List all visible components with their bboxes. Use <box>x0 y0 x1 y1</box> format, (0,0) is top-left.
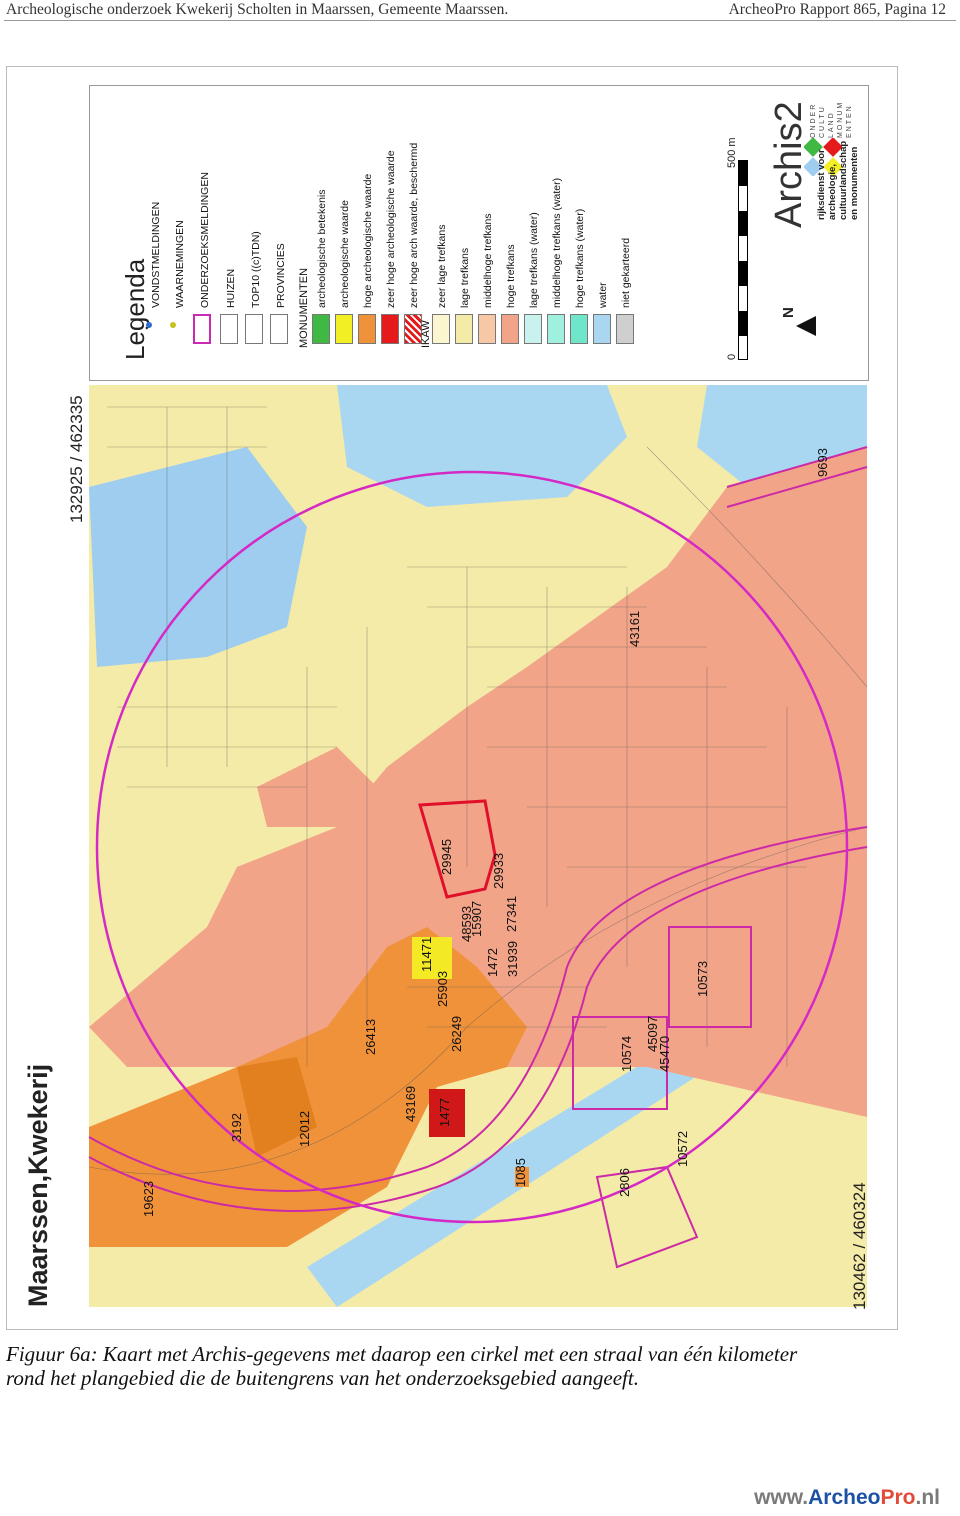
legend-title: Legenda <box>120 258 150 360</box>
legend-mon-4: zeer hoge arch waarde, beschermd <box>408 142 420 308</box>
rijksdienst-line-3: cultuurlandschap <box>838 140 849 220</box>
swatch-ikaw-8 <box>616 314 634 344</box>
label-9693: 9693 <box>815 448 830 477</box>
swatch-hoge-waarde <box>358 314 376 344</box>
caption-line-1: Figuur 6a: Kaart met Archis-gegevens met… <box>6 1342 798 1366</box>
label-19623: 19623 <box>141 1180 156 1217</box>
legend-ikaw-2: middelhoge trefkans <box>482 213 494 308</box>
rijksdienst-line-1: rijksdienst voor <box>816 149 827 220</box>
legend-mon-2: hoge archeologische waarde <box>362 173 374 308</box>
label-31939: 31939 <box>505 940 520 977</box>
map-title: Maarssen,Kwekerij <box>23 1063 53 1307</box>
legend-huizen: HUIZEN <box>225 268 237 308</box>
scale-start: 0 <box>726 353 738 360</box>
label-1477: 1477 <box>437 1098 452 1127</box>
label-43161: 43161 <box>627 610 642 647</box>
legend-ikaw-6: hoge trefkans (water) <box>574 208 586 308</box>
label-10572: 10572 <box>675 1130 690 1167</box>
legend-ikaw-title: IKAW <box>420 320 432 348</box>
swatch-ikaw-6 <box>570 314 588 344</box>
legend-mon-3: zeer hoge archeologische waarde <box>385 150 397 308</box>
label-48593: 48593 <box>459 905 474 942</box>
label-10574: 10574 <box>619 1035 634 1072</box>
label-10573: 10573 <box>695 960 710 997</box>
archis-map: Maarssen,Kwekerij 132925 / 462335 130462… <box>6 66 898 1330</box>
figure-caption: Figuur 6a: Kaart met Archis-gegevens met… <box>6 1342 906 1390</box>
label-29945: 29945 <box>439 838 454 875</box>
legend-ikaw-1: lage trefkans <box>459 247 471 308</box>
swatch-ikaw-7 <box>593 314 611 344</box>
waarneming-symbol <box>170 322 176 328</box>
label-43169: 43169 <box>403 1085 418 1122</box>
label-1472: 1472 <box>485 948 500 977</box>
legend-monumenten-title: MONUMENTEN <box>298 267 310 348</box>
header-divider <box>4 20 956 21</box>
footer-pro: Pro <box>880 1486 916 1509</box>
footer-website-link[interactable]: www.ArcheoPro.nl <box>754 1486 940 1510</box>
legend-vondstmeldingen: VONDSTMELDINGEN <box>150 201 162 308</box>
legend-ikaw-0: zeer lage trefkans <box>436 224 448 308</box>
org-letters-4: MONUM <box>837 100 844 138</box>
swatch-ikaw-0 <box>432 314 450 344</box>
legend-waarnemingen: WAARNEMINGEN <box>174 220 186 308</box>
provincies-swatch <box>270 314 288 344</box>
legend-ikaw-4: lage trefkans (water) <box>528 212 540 308</box>
legend-mon-1: archeologische waarde <box>339 200 351 308</box>
header-page-info: ArcheoPro Rapport 865, Pagina 12 <box>728 1 946 18</box>
label-1085: 1085 <box>513 1158 528 1187</box>
legend-provincies: PROVINCIES <box>275 243 287 308</box>
footer-prefix: www. <box>754 1486 809 1509</box>
header-title: Archeologische onderzoek Kwekerij Scholt… <box>6 1 509 18</box>
rijksdienst-line-2: archeologie, <box>827 164 838 220</box>
org-letters-5: ENTEN <box>846 104 853 138</box>
label-45470: 45470 <box>657 1035 672 1072</box>
scale-bar <box>738 160 748 360</box>
coord-top: 132925 / 462335 <box>67 395 86 523</box>
caption-line-2: rond het plangebied die de buitengrens v… <box>6 1366 639 1390</box>
footer-suffix: .nl <box>915 1486 941 1509</box>
legend-ikaw-3: hoge trefkans <box>505 244 517 308</box>
label-27341: 27341 <box>504 895 519 932</box>
north-label: N <box>780 307 797 318</box>
legend-mon-0: archeologische betekenis <box>316 189 328 309</box>
label-26413: 26413 <box>363 1018 378 1055</box>
footer-brand: Archeo <box>808 1486 881 1509</box>
page-header: Archeologische onderzoek Kwekerij Scholt… <box>6 0 946 20</box>
onderzoeksmelding-swatch <box>193 314 211 344</box>
vondstmelding-symbol <box>146 322 152 328</box>
org-letters-2: CULTU <box>819 105 826 138</box>
swatch-ikaw-5 <box>547 314 565 344</box>
scale-end: 500 m <box>726 137 738 168</box>
north-arrow-icon <box>796 316 816 336</box>
legend-onderzoeksmeldingen: ONDERZOEKSMELDINGEN <box>199 172 211 308</box>
legend-ikaw-7: water <box>597 282 609 308</box>
legend-top10: TOP10 ((c)TDN) <box>250 231 262 308</box>
rijksdienst-line-4: en monumenten <box>849 146 860 220</box>
swatch-ikaw-3 <box>501 314 519 344</box>
map-legend: Legenda VONDSTMELDINGEN WAARNEMINGEN OND… <box>89 85 869 381</box>
label-29933: 29933 <box>491 852 506 889</box>
legend-ikaw-5: middelhoge trefkans (water) <box>551 177 563 308</box>
swatch-ikaw-1 <box>455 314 473 344</box>
label-11471: 11471 <box>419 936 434 972</box>
swatch-ikaw-2 <box>478 314 496 344</box>
legend-ikaw-8: niet gekarteerd <box>620 237 632 308</box>
swatch-betekenis <box>312 314 330 344</box>
huizen-swatch <box>220 314 238 344</box>
label-2806: 2806 <box>617 1168 632 1197</box>
coord-bottom: 130462 / 460324 <box>850 1182 869 1310</box>
swatch-waarde <box>335 314 353 344</box>
swatch-zeer-hoge <box>381 314 399 344</box>
label-25903: 25903 <box>435 970 450 1007</box>
top10-swatch <box>245 314 263 344</box>
org-letters-3: LAND <box>828 111 835 138</box>
label-3192: 3192 <box>229 1113 244 1142</box>
swatch-ikaw-4 <box>524 314 542 344</box>
label-12012: 12012 <box>297 1110 312 1147</box>
org-letters-1: ONDER <box>810 102 817 138</box>
label-26249: 26249 <box>449 1015 464 1052</box>
